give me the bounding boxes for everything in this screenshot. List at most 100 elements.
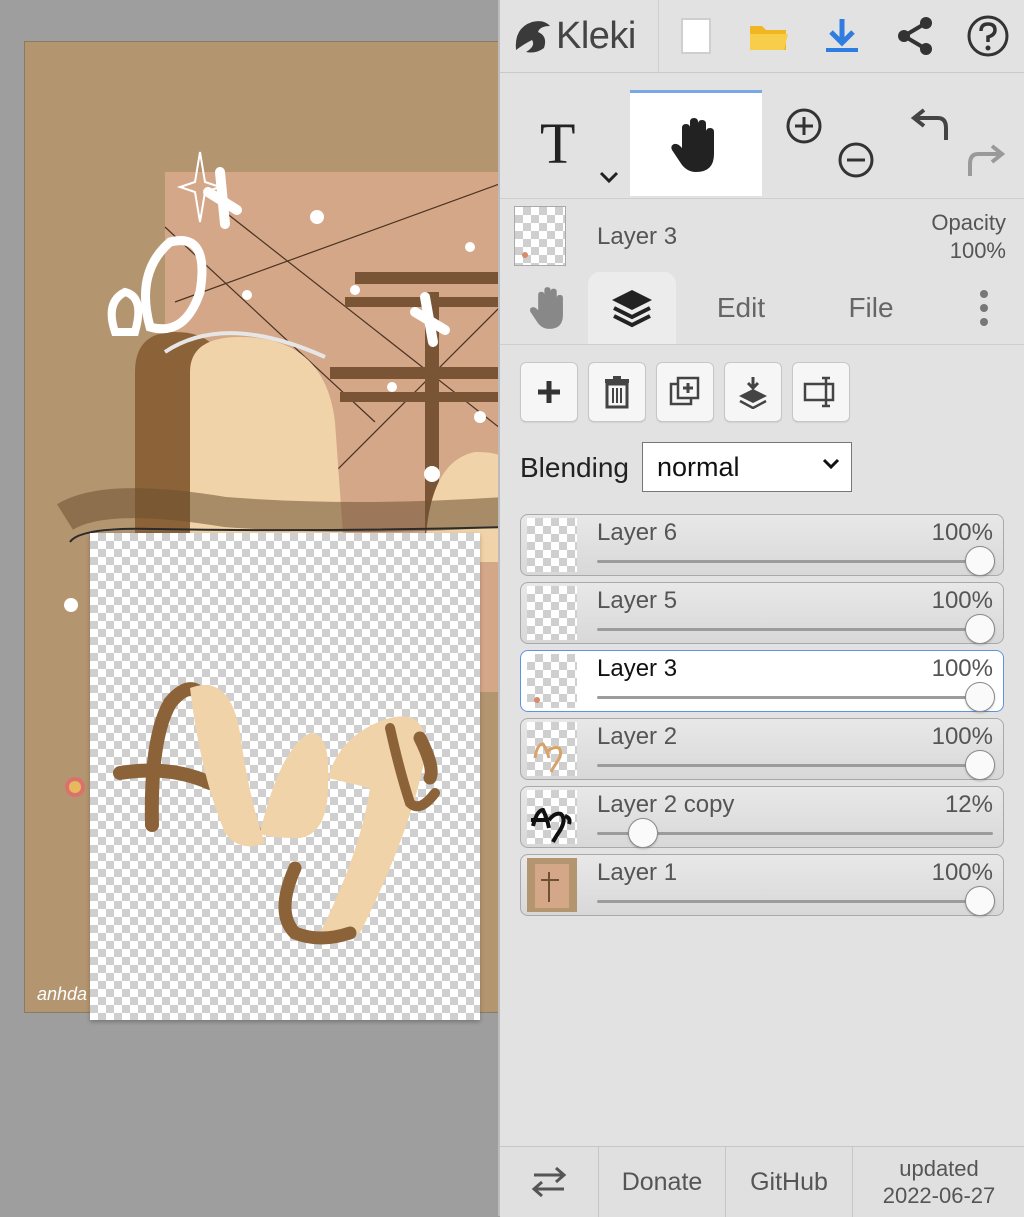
layer-item[interactable]: Layer 1 100% <box>520 854 1004 916</box>
layer-opacity: 100% <box>931 655 993 682</box>
current-layer-name: Layer 3 <box>597 223 678 250</box>
text-tool-icon: T <box>540 113 575 173</box>
open-file-button[interactable] <box>743 10 795 62</box>
tab-layers[interactable] <box>588 272 676 344</box>
delete-layer-button[interactable] <box>588 362 646 422</box>
opacity-slider-track[interactable] <box>597 560 993 563</box>
updated-label: updated <box>899 1156 979 1181</box>
layer-thumbnail <box>527 586 577 640</box>
layer-name: Layer 2 copy <box>597 791 735 818</box>
tab-file[interactable]: File <box>816 272 926 344</box>
changelog-link[interactable]: updated 2022-06-27 <box>853 1147 1024 1217</box>
svg-text:T: T <box>540 113 575 173</box>
layer-item[interactable]: Layer 6 100% <box>520 514 1004 576</box>
layer-item[interactable]: Layer 2 100% <box>520 718 1004 780</box>
folder-icon <box>750 26 788 50</box>
layer-name: Layer 3 <box>597 655 678 682</box>
opacity-slider-handle[interactable] <box>627 818 658 848</box>
layers-icon <box>612 290 652 328</box>
layer-thumbnail-art <box>522 252 528 258</box>
blending-value: normal <box>657 451 740 482</box>
layer-opacity: 12% <box>944 791 993 818</box>
opacity-slider-track[interactable] <box>597 628 993 631</box>
hand-tool-icon <box>671 117 714 172</box>
history-controls <box>892 90 1024 196</box>
layer-tools <box>500 362 1024 424</box>
hand-tool-button[interactable] <box>630 90 762 196</box>
layer-name: Layer 1 <box>597 859 678 886</box>
github-link[interactable]: GitHub <box>726 1147 852 1217</box>
layer-list: Layer 6 100% Layer 5 100% Layer 3 100% L… <box>520 514 1004 922</box>
opacity-label: Opacity <box>931 210 1006 235</box>
opacity-slider-handle[interactable] <box>965 546 995 576</box>
add-layer-button[interactable] <box>520 362 578 422</box>
layer-item-active[interactable]: Layer 3 100% <box>520 650 1004 712</box>
opacity-slider-handle[interactable] <box>965 886 995 916</box>
canvas-area[interactable]: anhda <box>0 0 498 1216</box>
layer-name: Layer 6 <box>597 519 678 546</box>
kleki-logo[interactable]: Kleki <box>510 6 636 66</box>
layer-thumbnail <box>527 654 577 708</box>
swap-side-button[interactable] <box>500 1147 598 1217</box>
zoom-controls <box>764 90 890 196</box>
opacity-slider-track[interactable] <box>597 764 993 767</box>
rename-icon <box>803 376 835 408</box>
layer-opacity: 100% <box>931 723 993 750</box>
zoom-in-icon[interactable] <box>784 106 824 146</box>
tool-row: T <box>500 90 1024 196</box>
swap-icon <box>531 1166 567 1198</box>
zoom-out-icon[interactable] <box>836 140 876 180</box>
tab-edit[interactable]: Edit <box>686 272 796 344</box>
app-name: Kleki <box>556 14 636 57</box>
download-icon <box>826 19 858 52</box>
top-bar: Kleki <box>500 0 1024 73</box>
merge-down-icon <box>739 377 767 409</box>
chevron-down-icon[interactable] <box>598 170 620 184</box>
opacity-slider-track[interactable] <box>597 696 993 699</box>
layer-opacity: 100% <box>931 859 993 886</box>
undo-icon[interactable] <box>910 106 954 146</box>
help-button[interactable] <box>962 10 1014 62</box>
layer-thumbnail <box>527 858 577 912</box>
layer-opacity: 100% <box>931 519 993 546</box>
more-menu-button[interactable] <box>956 272 1012 344</box>
tab-hand[interactable] <box>510 272 588 344</box>
save-button[interactable] <box>816 10 868 62</box>
layer-item[interactable]: Layer 5 100% <box>520 582 1004 644</box>
active-layer-preview <box>90 533 480 1020</box>
text-tool-button[interactable]: T <box>500 90 628 196</box>
hand-icon <box>529 287 563 329</box>
blending-label: Blending <box>520 452 629 483</box>
layer-opacity: 100% <box>931 587 993 614</box>
share-icon <box>898 17 932 55</box>
new-file-icon <box>681 18 711 54</box>
duplicate-icon <box>669 376 700 406</box>
blending-row: Blending normal <box>500 440 1024 494</box>
new-file-button[interactable] <box>670 10 722 62</box>
opacity-slider-track[interactable] <box>597 900 993 903</box>
blending-select[interactable]: normal <box>642 442 852 492</box>
donate-link[interactable]: Donate <box>599 1147 725 1217</box>
plus-icon <box>538 381 560 403</box>
redo-icon[interactable] <box>962 142 1006 182</box>
layer-thumbnail-art <box>533 742 563 773</box>
duplicate-layer-button[interactable] <box>656 362 714 422</box>
opacity-slider-handle[interactable] <box>965 682 995 712</box>
layer-thumbnail-art <box>534 697 540 703</box>
lettering-artwork <box>113 682 440 945</box>
current-layer-opacity[interactable]: Opacity 100% <box>931 209 1006 265</box>
opacity-slider-handle[interactable] <box>965 614 995 644</box>
rename-layer-button[interactable] <box>792 362 850 422</box>
layer-name: Layer 2 <box>597 723 678 750</box>
divider <box>658 0 659 72</box>
layer-item[interactable]: Layer 2 copy 12% <box>520 786 1004 848</box>
more-vertical-icon <box>980 290 988 326</box>
merge-down-button[interactable] <box>724 362 782 422</box>
current-layer-info: Layer 3 Opacity 100% <box>500 198 1024 271</box>
share-button[interactable] <box>889 10 941 62</box>
current-layer-thumbnail <box>514 206 566 266</box>
layer-thumbnail <box>527 518 577 572</box>
layer-thumbnail <box>527 722 577 776</box>
opacity-slider-handle[interactable] <box>965 750 995 780</box>
trash-icon <box>605 376 629 409</box>
